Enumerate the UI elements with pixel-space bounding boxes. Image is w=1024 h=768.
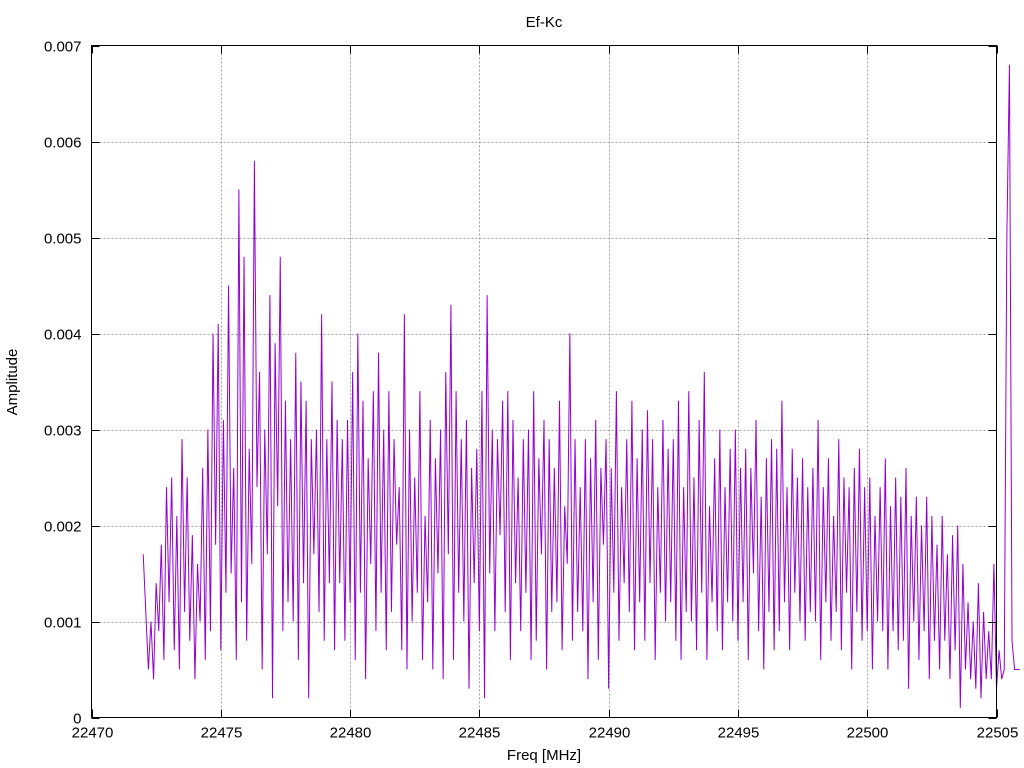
x-tick-label: 22480 xyxy=(330,725,372,742)
y-tick-label: 0.004 xyxy=(44,327,82,344)
x-tick-label: 22495 xyxy=(718,725,760,742)
y-tick-label: 0.001 xyxy=(44,615,82,632)
y-tick-label: 0.002 xyxy=(44,519,82,536)
y-tick-label: 0.003 xyxy=(44,423,82,440)
chart-container: 22470 22475 22480 22485 22490 22495 22500 22505… xyxy=(0,0,1024,768)
y-tick-label: 0 xyxy=(73,711,81,728)
amplitude-series-line xyxy=(142,64,1020,708)
chart-title: Ef-Kc xyxy=(526,14,563,31)
y-tick-label: 0.006 xyxy=(44,135,82,152)
x-tick-label: 22485 xyxy=(459,725,501,742)
series-layer xyxy=(142,64,1020,708)
y-tick-label: 0.007 xyxy=(44,39,82,56)
x-axis-title: Freq [MHz] xyxy=(507,747,581,764)
y-axis-title: Amplitude xyxy=(4,349,21,416)
y-tick-label: 0.005 xyxy=(44,231,82,248)
x-tick-label: 22490 xyxy=(589,725,631,742)
x-tick-label: 22505 xyxy=(977,725,1019,742)
amplitude-spectrum-chart: 22470 22475 22480 22485 22490 22495 22500 22505… xyxy=(4,14,1020,764)
x-tick-label: 22475 xyxy=(201,725,243,742)
x-tick-label: 22500 xyxy=(847,725,889,742)
